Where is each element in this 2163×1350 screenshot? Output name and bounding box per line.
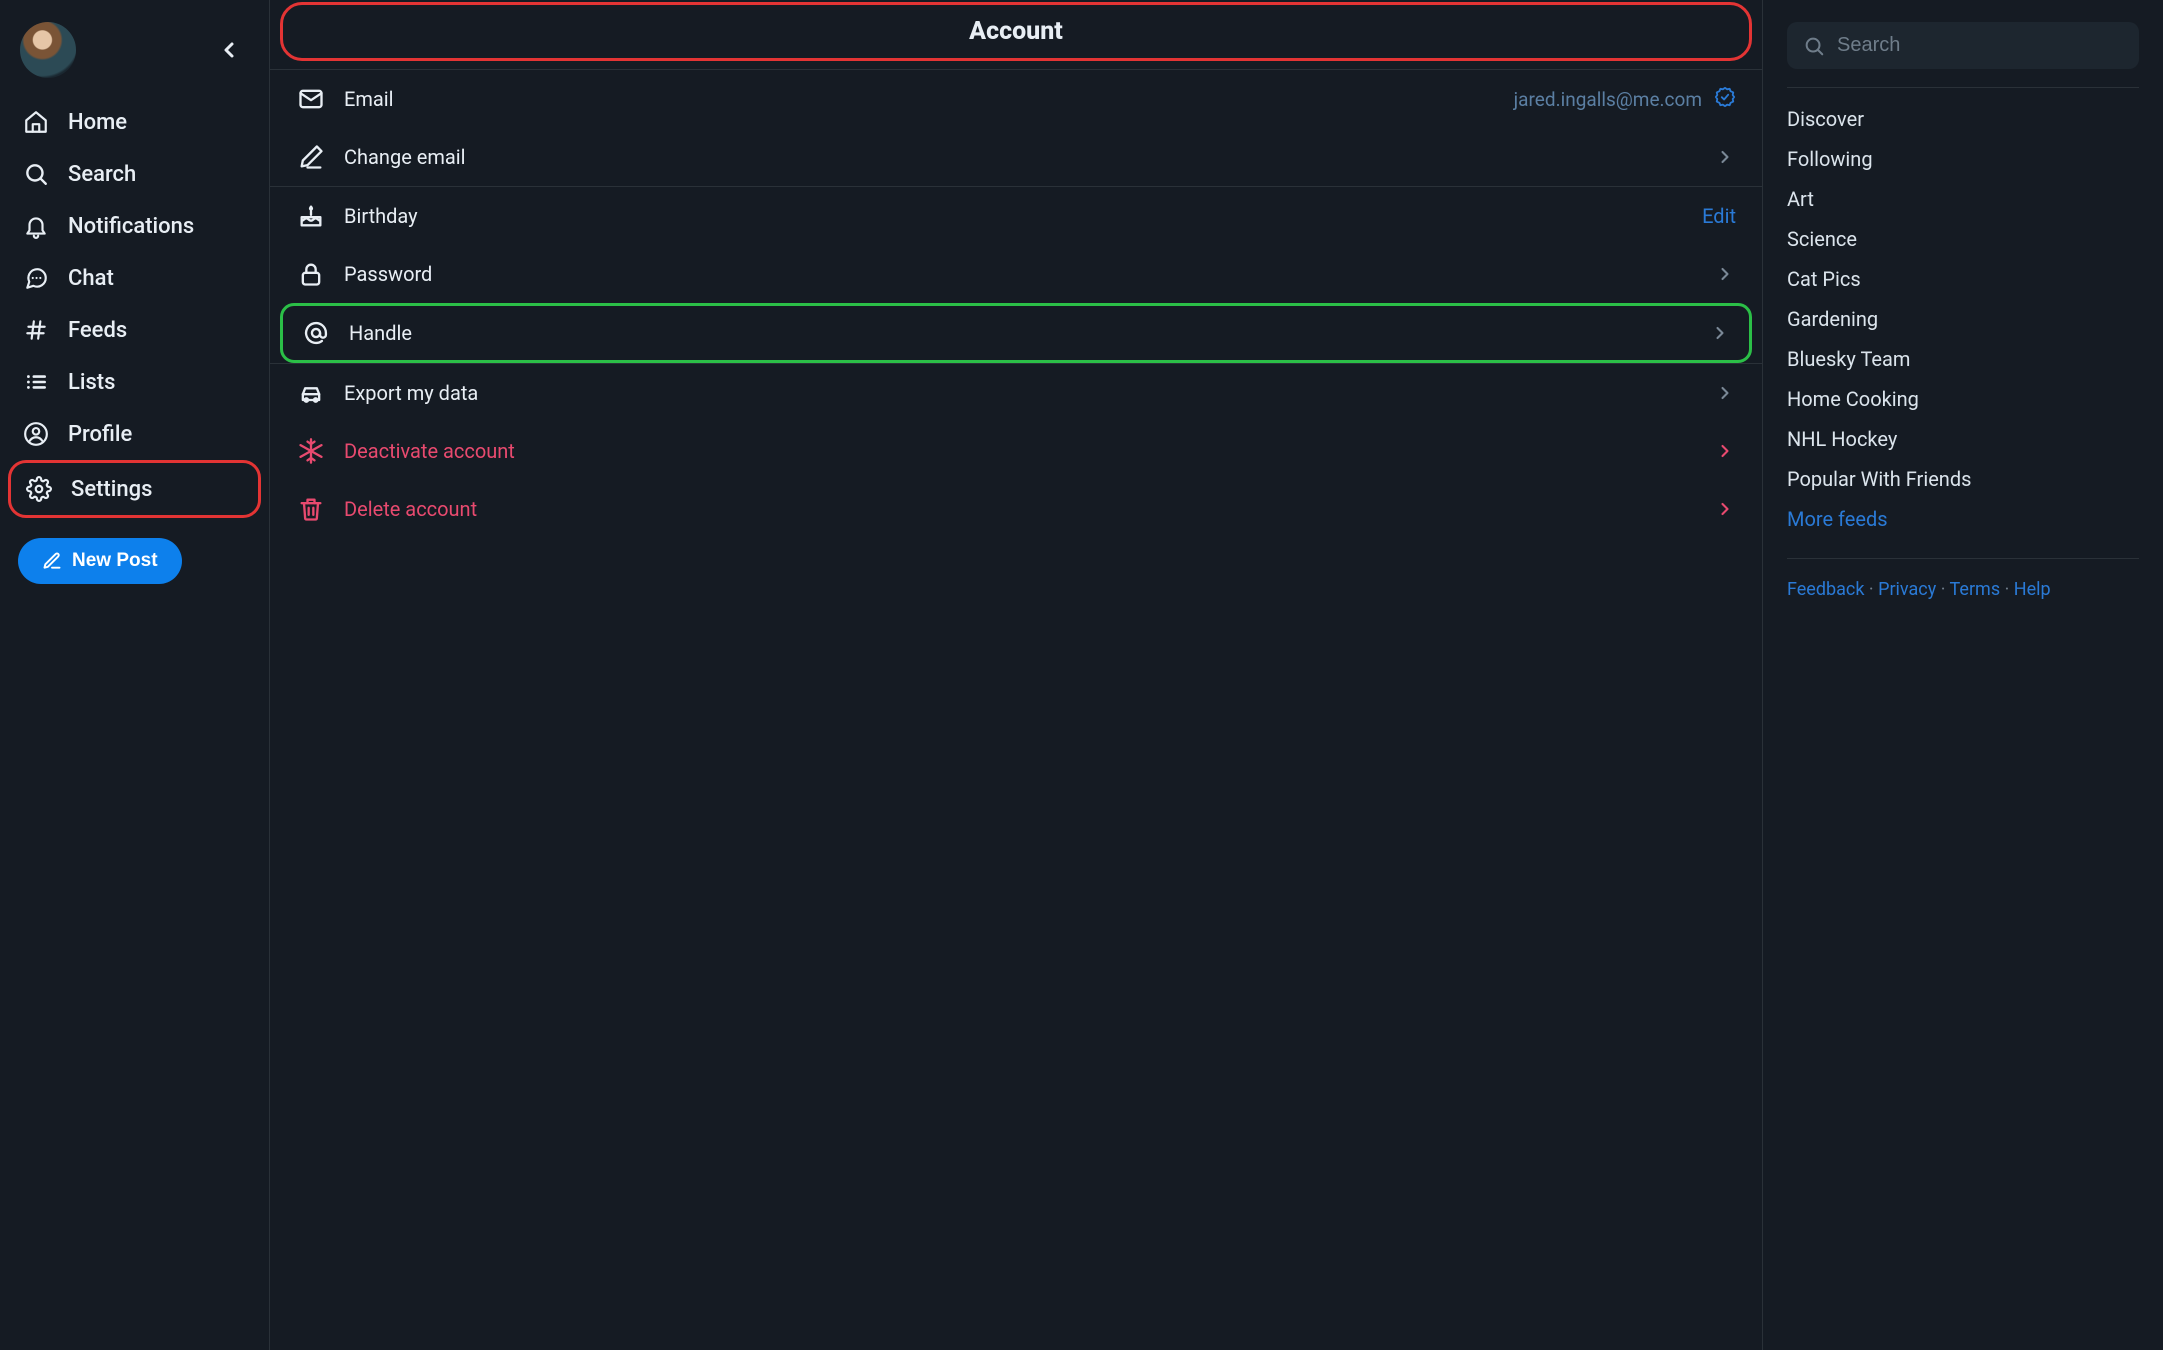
footer-help[interactable]: Help [2014,579,2051,600]
sidebar-item-home[interactable]: Home [8,96,261,148]
sidebar-item-label: Home [68,110,127,135]
sidebar-item-label: Feeds [68,318,127,343]
password-label: Password [344,262,1696,286]
email-value: jared.ingalls@me.com [1514,88,1702,111]
delete-row[interactable]: Delete account [270,480,1762,538]
feed-item-catpics[interactable]: Cat Pics [1787,264,2139,294]
more-feeds-link[interactable]: More feeds [1787,504,2139,534]
email-row[interactable]: Email jared.ingalls@me.com [270,70,1762,128]
birthday-label: Birthday [344,204,1684,228]
search-icon [22,160,50,188]
delete-label: Delete account [344,497,1696,521]
sidebar-item-label: Chat [68,266,114,291]
bell-icon [22,212,50,240]
sidebar-item-label: Lists [68,370,115,395]
hash-icon [22,316,50,344]
sidebar-item-label: Notifications [68,214,194,239]
at-icon [301,318,331,348]
lock-icon [296,259,326,289]
feed-item-gardening[interactable]: Gardening [1787,304,2139,334]
divider [1787,87,2139,88]
chevron-right-icon [1714,146,1736,168]
trash-icon [296,494,326,524]
search-icon [1803,35,1825,57]
feed-item-bluesky[interactable]: Bluesky Team [1787,344,2139,374]
verified-icon [1714,86,1736,113]
sidebar-item-label: Profile [68,422,132,447]
new-post-label: New Post [72,550,158,572]
sidebar-item-lists[interactable]: Lists [8,356,261,408]
back-button[interactable] [209,30,249,70]
list-icon [22,368,50,396]
user-icon [22,420,50,448]
change-email-row[interactable]: Change email [270,128,1762,186]
account-group-security: Birthday Edit Password Handle [270,186,1762,363]
password-row[interactable]: Password [270,245,1762,303]
pencil-icon [296,142,326,172]
chevron-left-icon [217,38,241,62]
feed-item-nhl[interactable]: NHL Hockey [1787,424,2139,454]
new-post-button[interactable]: New Post [18,538,182,584]
avatar[interactable] [20,22,76,78]
feed-list: Discover Following Art Science Cat Pics … [1787,104,2139,534]
footer-terms[interactable]: Terms [1950,579,2001,600]
feed-item-cooking[interactable]: Home Cooking [1787,384,2139,414]
cake-icon [296,201,326,231]
gear-icon [25,475,53,503]
feed-item-popular[interactable]: Popular With Friends [1787,464,2139,494]
car-icon [296,378,326,408]
footer-privacy[interactable]: Privacy [1878,579,1936,600]
email-label: Email [344,87,1496,111]
feed-item-art[interactable]: Art [1787,184,2139,214]
chevron-right-icon [1714,382,1736,404]
export-label: Export my data [344,381,1696,405]
chevron-right-icon [1714,263,1736,285]
sidebar-item-label: Settings [71,477,152,502]
page-title: Account [280,2,1752,61]
deactivate-row[interactable]: Deactivate account [270,422,1762,480]
feed-item-discover[interactable]: Discover [1787,104,2139,134]
feed-item-science[interactable]: Science [1787,224,2139,254]
sidebar-item-label: Search [68,162,136,187]
search-box[interactable] [1787,22,2139,69]
birthday-row[interactable]: Birthday Edit [270,187,1762,245]
home-icon [22,108,50,136]
handle-row-highlight: Handle [280,303,1752,363]
sidebar-item-notifications[interactable]: Notifications [8,200,261,252]
chevron-right-icon [1714,498,1736,520]
account-group-email: Email jared.ingalls@me.com Change email [270,69,1762,186]
sidebar-item-settings[interactable]: Settings [8,460,261,518]
footer-links: Feedback · Privacy · Terms · Help [1787,558,2139,600]
account-group-data: Export my data Deactivate account Delete… [270,363,1762,538]
export-data-row[interactable]: Export my data [270,364,1762,422]
sidebar: Home Search Notifications Chat Feeds Lis… [0,0,270,1350]
sidebar-item-profile[interactable]: Profile [8,408,261,460]
handle-label: Handle [349,321,1691,345]
deactivate-label: Deactivate account [344,439,1696,463]
right-panel: Discover Following Art Science Cat Pics … [1763,0,2163,1350]
sidebar-item-chat[interactable]: Chat [8,252,261,304]
change-email-label: Change email [344,145,1696,169]
sidebar-item-search[interactable]: Search [8,148,261,200]
handle-row[interactable]: Handle [283,306,1749,360]
footer-feedback[interactable]: Feedback [1787,579,1864,600]
main-panel: Account Email jared.ingalls@me.com Chang… [270,0,1763,1350]
birthday-edit-link[interactable]: Edit [1702,204,1736,228]
snowflake-icon [296,436,326,466]
feed-item-following[interactable]: Following [1787,144,2139,174]
mail-icon [296,84,326,114]
search-input[interactable] [1837,34,2123,57]
compose-icon [42,551,62,571]
chevron-right-icon [1714,440,1736,462]
chevron-right-icon [1709,322,1731,344]
sidebar-item-feeds[interactable]: Feeds [8,304,261,356]
chat-icon [22,264,50,292]
